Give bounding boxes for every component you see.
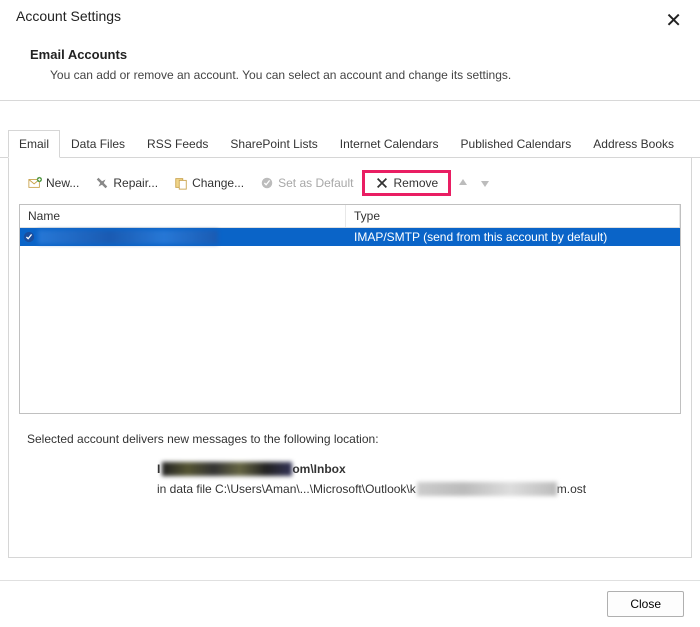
set-default-label: Set as Default	[278, 176, 353, 190]
redacted-account-name	[38, 230, 218, 244]
set-default-button: Set as Default	[253, 173, 360, 193]
new-label: New...	[46, 176, 79, 190]
toolbar: New... Repair... Change... Set as Defaul…	[17, 168, 683, 204]
change-icon	[174, 176, 188, 190]
new-mail-icon	[28, 176, 42, 190]
account-type-cell: IMAP/SMTP (send from this account by def…	[346, 230, 680, 244]
remove-x-icon	[375, 176, 389, 190]
repair-button[interactable]: Repair...	[88, 173, 165, 193]
move-up-button	[453, 177, 473, 189]
tab-address-books[interactable]: Address Books	[582, 130, 685, 158]
window-title: Account Settings	[16, 8, 121, 24]
tab-published-calendars[interactable]: Published Calendars	[450, 130, 583, 158]
tab-rss-feeds[interactable]: RSS Feeds	[136, 130, 219, 158]
close-icon[interactable]: ✕	[659, 8, 688, 33]
list-header: Name Type	[20, 205, 680, 228]
redacted-mailbox	[162, 462, 292, 476]
check-circle-icon	[260, 176, 274, 190]
change-label: Change...	[192, 176, 244, 190]
move-down-button	[475, 177, 495, 189]
tab-data-files[interactable]: Data Files	[60, 130, 136, 158]
close-button[interactable]: Close	[607, 591, 684, 617]
remove-label: Remove	[393, 176, 438, 190]
redacted-filename	[417, 482, 557, 496]
datafile-path: in data file C:\Users\Aman\...\Microsoft…	[27, 482, 673, 496]
change-button[interactable]: Change...	[167, 173, 251, 193]
col-header-type[interactable]: Type	[346, 205, 680, 227]
tab-panel-email: New... Repair... Change... Set as Defaul…	[8, 158, 692, 558]
tab-email[interactable]: Email	[8, 130, 60, 158]
datafile-suffix: m.ost	[557, 482, 586, 496]
footer-info: Selected account delivers new messages t…	[17, 414, 683, 506]
mailbox-suffix: om\Inbox	[292, 462, 345, 476]
datafile-prefix: in data file C:\Users\Aman\...\Microsoft…	[157, 482, 416, 496]
account-name-cell	[36, 230, 346, 244]
repair-icon	[95, 176, 109, 190]
delivery-label: Selected account delivers new messages t…	[27, 432, 673, 446]
account-row[interactable]: IMAP/SMTP (send from this account by def…	[20, 228, 680, 246]
tab-sharepoint-lists[interactable]: SharePoint Lists	[219, 130, 328, 158]
new-button[interactable]: New...	[21, 173, 86, 193]
col-header-name[interactable]: Name	[20, 205, 346, 227]
remove-button[interactable]: Remove	[362, 170, 451, 196]
section-heading: Email Accounts	[30, 47, 670, 62]
repair-label: Repair...	[113, 176, 158, 190]
account-list[interactable]: Name Type IMAP/SMTP (send from this acco…	[19, 204, 681, 414]
section-subtext: You can add or remove an account. You ca…	[30, 68, 670, 82]
default-account-check-icon	[20, 231, 36, 243]
tab-internet-calendars[interactable]: Internet Calendars	[329, 130, 450, 158]
mailbox-path: I om\Inbox	[27, 462, 673, 476]
tab-strip: Email Data Files RSS Feeds SharePoint Li…	[0, 129, 700, 158]
dialog-buttons: Close	[0, 580, 700, 627]
